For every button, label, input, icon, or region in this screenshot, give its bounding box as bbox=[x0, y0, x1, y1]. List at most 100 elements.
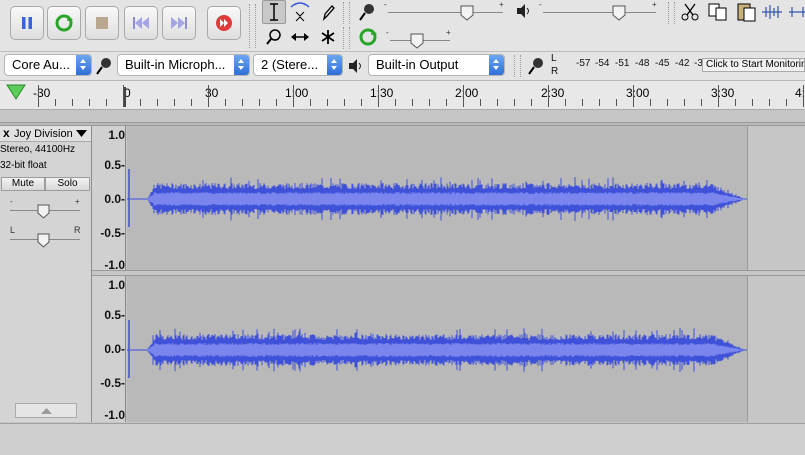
waveform-rms bbox=[147, 192, 745, 206]
pan-left-label: L bbox=[10, 225, 16, 235]
ruler-tick bbox=[412, 99, 413, 106]
skip-to-end-button[interactable] bbox=[162, 6, 196, 40]
waveform-left-channel[interactable] bbox=[127, 126, 747, 270]
ruler-tick bbox=[174, 99, 175, 106]
chevron-updown-icon bbox=[76, 55, 91, 75]
i-beam-icon bbox=[270, 3, 278, 21]
ruler-tick bbox=[259, 99, 260, 106]
play-loop-icon bbox=[359, 28, 377, 46]
ruler-tick bbox=[667, 99, 668, 106]
speaker-icon bbox=[517, 4, 529, 18]
input-volume-slider[interactable] bbox=[460, 5, 474, 21]
pan-slider[interactable] bbox=[37, 233, 50, 248]
chevron-updown-icon bbox=[489, 55, 504, 75]
scale-label: 0.5- bbox=[104, 308, 125, 322]
ruler-tick bbox=[735, 99, 736, 106]
ruler-tick bbox=[616, 99, 617, 106]
ruler-tick bbox=[565, 99, 566, 106]
ruler-tick bbox=[378, 85, 379, 107]
magnifier-icon bbox=[266, 29, 281, 45]
ruler-label: 30 bbox=[205, 86, 219, 100]
meter-tick-label: -54 bbox=[595, 58, 610, 69]
ruler-tick bbox=[786, 99, 787, 106]
ruler-tick bbox=[89, 99, 90, 106]
speed-slider[interactable] bbox=[410, 33, 424, 49]
time-shift-tool[interactable] bbox=[288, 25, 312, 49]
waveform-rms bbox=[147, 343, 745, 357]
device-toolbar: Core Au... Built-in Microph... 2 (Stere.… bbox=[0, 52, 805, 81]
ruler-tick bbox=[38, 85, 39, 107]
track-menu-dropdown-icon[interactable] bbox=[76, 130, 87, 138]
track-name-bar[interactable]: x Joy Division bbox=[0, 126, 91, 142]
selection-tool[interactable] bbox=[262, 0, 286, 24]
input-channels-select[interactable]: 2 (Stere... bbox=[253, 54, 343, 76]
record-meter-icon[interactable] bbox=[526, 55, 548, 77]
input-min-label: - bbox=[384, 0, 387, 9]
envelope-tool[interactable] bbox=[288, 0, 312, 24]
output-device-select[interactable]: Built-in Output bbox=[368, 54, 505, 76]
solo-button[interactable]: Solo bbox=[45, 177, 90, 191]
zoom-tool[interactable] bbox=[262, 25, 286, 49]
double-arrow-icon bbox=[291, 33, 309, 41]
paste-button[interactable] bbox=[734, 0, 758, 24]
input-device-select[interactable]: Built-in Microph... bbox=[117, 54, 250, 76]
play-head-icon[interactable] bbox=[6, 83, 26, 101]
silence-audio-icon bbox=[789, 7, 805, 17]
gain-slider[interactable] bbox=[37, 204, 50, 219]
speed-max-label: + bbox=[446, 28, 451, 37]
record-meter[interactable]: -57 -54 -51 -48 -45 -42 -3 bbox=[562, 55, 703, 77]
asterisk-icon bbox=[321, 30, 335, 44]
audio-host-value: Core Au... bbox=[12, 57, 70, 72]
copy-button[interactable] bbox=[706, 0, 730, 24]
toolbar-grip[interactable] bbox=[249, 4, 256, 48]
scale-label: 1.0 bbox=[108, 128, 125, 142]
play-at-speed-button[interactable] bbox=[356, 25, 380, 49]
audio-host-select[interactable]: Core Au... bbox=[4, 54, 92, 76]
ruler-tick bbox=[684, 99, 685, 106]
ruler-tick bbox=[225, 99, 226, 106]
ruler-tick bbox=[191, 99, 192, 106]
trim-button[interactable] bbox=[760, 0, 784, 24]
timeline-ruler[interactable]: -300301:001:302:002:303:003:304:00 bbox=[0, 81, 805, 110]
clipboard-icon bbox=[737, 3, 756, 22]
meter-grip[interactable] bbox=[343, 2, 350, 24]
scale-label: 0.5- bbox=[104, 158, 125, 172]
skip-to-start-button[interactable] bbox=[124, 6, 158, 40]
ruler-tick bbox=[327, 99, 328, 106]
pause-button[interactable] bbox=[10, 6, 44, 40]
ruler-tick bbox=[429, 99, 430, 106]
ruler-tick bbox=[140, 99, 141, 106]
collapse-track-button[interactable] bbox=[15, 403, 77, 418]
output-volume-slider[interactable] bbox=[612, 5, 626, 21]
draw-tool[interactable] bbox=[316, 0, 340, 24]
scissors-icon bbox=[681, 3, 699, 21]
meter-tick-label: -45 bbox=[655, 58, 670, 69]
mute-button[interactable]: Mute bbox=[1, 177, 45, 191]
ruler-tick bbox=[531, 99, 532, 106]
record-button[interactable] bbox=[207, 6, 241, 40]
gain-plus-label: + bbox=[75, 197, 80, 206]
close-track-icon[interactable]: x bbox=[3, 126, 10, 140]
output-device-value: Built-in Output bbox=[376, 57, 459, 72]
play-meter-grip[interactable] bbox=[343, 27, 350, 49]
meter-tick-label: -51 bbox=[615, 58, 630, 69]
chevron-updown-icon bbox=[327, 55, 342, 75]
cursor-marker[interactable] bbox=[124, 87, 130, 107]
waveform-right-channel[interactable] bbox=[127, 276, 747, 422]
pause-icon bbox=[22, 17, 32, 29]
pencil-icon bbox=[322, 5, 335, 21]
cut-button[interactable] bbox=[678, 0, 702, 24]
silence-button[interactable] bbox=[786, 0, 805, 24]
track-name[interactable]: Joy Division bbox=[14, 128, 73, 140]
play-button[interactable] bbox=[47, 6, 81, 40]
edit-grip[interactable] bbox=[668, 2, 675, 24]
input-channels-value: 2 (Stere... bbox=[261, 57, 319, 72]
transport-toolbar: - + - + - + bbox=[0, 0, 805, 52]
stop-button[interactable] bbox=[85, 6, 119, 40]
start-monitoring-button[interactable]: Click to Start Monitoring bbox=[702, 58, 805, 72]
stop-icon bbox=[96, 17, 108, 29]
gain-minus-label: - bbox=[10, 197, 13, 206]
multi-tool[interactable] bbox=[316, 25, 340, 49]
ruler-tick bbox=[55, 99, 56, 106]
meter-toolbar-grip[interactable] bbox=[514, 55, 521, 77]
